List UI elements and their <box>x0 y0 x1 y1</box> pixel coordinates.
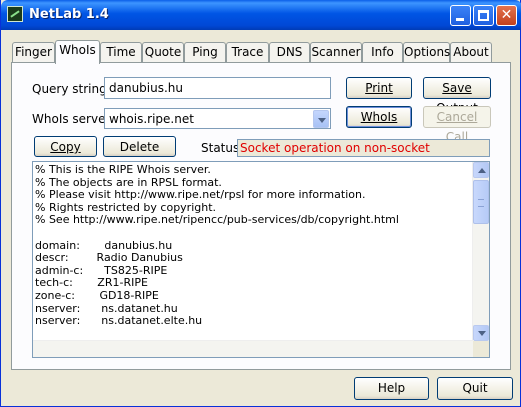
tab-time[interactable]: Time <box>100 42 142 62</box>
title-bar[interactable]: NetLab 1.4 ✕ <box>1 0 521 30</box>
scrollbar-corner <box>473 341 489 357</box>
tab-dns[interactable]: DNS <box>269 42 310 62</box>
output-line: nserver: ns.datanet.elte.hu <box>35 314 203 328</box>
cancel-call-button[interactable]: Cancel Call <box>423 106 491 144</box>
query-input[interactable]: danubius.hu <box>104 77 331 99</box>
save-output-button[interactable]: Save Output <box>423 77 491 115</box>
whois-button-label: WhoIs <box>360 110 398 124</box>
copy-button-label: Copy <box>50 140 81 154</box>
minimize-button[interactable] <box>450 5 471 26</box>
scroll-down-arrow-icon[interactable] <box>473 325 489 341</box>
print-button-label: Print <box>365 81 393 95</box>
output-line: % See http://www.ripe.net/ripencc/pub-se… <box>35 213 399 227</box>
tab-finger[interactable]: Finger <box>12 42 55 62</box>
app-window: NetLab 1.4 ✕ Finger WhoIs Time Quote Pin… <box>0 0 521 407</box>
tab-scanner[interactable]: Scanner <box>310 42 362 62</box>
quit-button[interactable]: Quit <box>437 377 513 400</box>
output-line: % This is the RIPE Whois server. <box>35 163 211 176</box>
status-text: Socket operation on non-socket <box>237 139 490 157</box>
delete-server-button[interactable]: Delete Server <box>103 136 176 174</box>
maximize-button[interactable] <box>473 5 494 26</box>
horizontal-scrollbar[interactable] <box>33 340 474 357</box>
query-label: Query string: <box>32 82 111 96</box>
tab-ping[interactable]: Ping <box>184 42 226 62</box>
tab-trace[interactable]: Trace <box>226 42 269 62</box>
help-button-label: Help <box>377 381 406 395</box>
app-icon <box>7 6 23 22</box>
chevron-down-icon[interactable] <box>313 110 329 128</box>
server-label: WhoIs server: <box>32 112 115 126</box>
whois-button[interactable]: WhoIs <box>346 106 412 128</box>
copy-button[interactable]: Copy <box>34 136 97 157</box>
scrollbar-thumb[interactable] <box>473 180 489 224</box>
print-button[interactable]: Print <box>346 77 412 99</box>
output-lines: % This is the RIPE Whois server.% The ob… <box>35 163 471 328</box>
tab-about[interactable]: About <box>450 42 492 62</box>
tab-quote[interactable]: Quote <box>142 42 184 62</box>
output-line: % Please visit http://www.ripe.net/rpsl … <box>35 188 366 202</box>
tab-whois[interactable]: WhoIs <box>55 40 100 64</box>
tab-info[interactable]: Info <box>362 42 403 62</box>
server-select-value: whois.ripe.net <box>109 112 194 126</box>
tab-options[interactable]: Options <box>403 42 450 62</box>
quit-button-label: Quit <box>462 381 488 395</box>
close-icon: ✕ <box>500 7 513 23</box>
help-button[interactable]: Help <box>354 377 429 400</box>
vertical-scrollbar[interactable] <box>472 162 489 341</box>
close-button[interactable]: ✕ <box>496 5 517 26</box>
server-select[interactable]: whois.ripe.net <box>104 108 331 129</box>
output-line: zone-c: GD18-RIPE <box>35 288 159 302</box>
output-line: descr: Radio Danubius <box>35 251 183 265</box>
scroll-up-arrow-icon[interactable] <box>473 162 489 178</box>
window-title: NetLab 1.4 <box>29 7 109 22</box>
output-textarea[interactable]: % This is the RIPE Whois server.% The ob… <box>32 161 490 358</box>
